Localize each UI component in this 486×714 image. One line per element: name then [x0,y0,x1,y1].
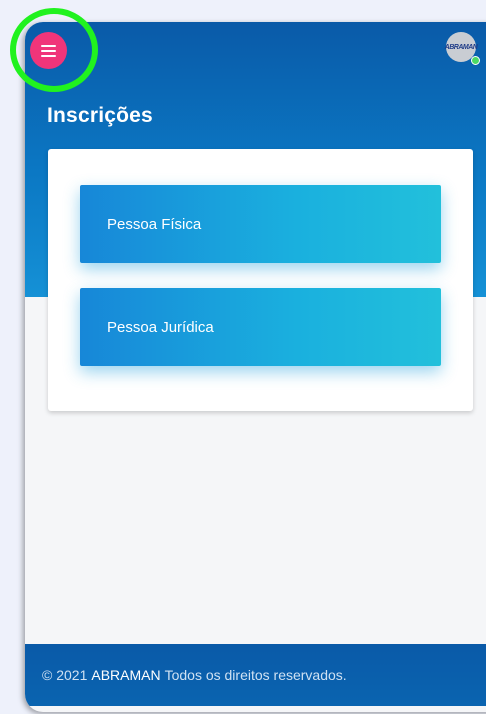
footer-brand: ABRAMAN [91,667,161,683]
registration-card: Pessoa Física Pessoa Jurídica [48,149,473,411]
avatar-logo: ABRAMAN [444,43,478,51]
highlight-ring [10,8,98,92]
footer: © 2021 ABRAMAN Todos os direitos reserva… [25,644,486,706]
footer-copyright: © 2021 [42,667,88,683]
pessoa-juridica-button[interactable]: Pessoa Jurídica [80,288,441,366]
pessoa-fisica-label: Pessoa Física [107,215,202,233]
page-title: Inscrições [47,104,153,127]
online-status-icon [471,56,480,65]
pessoa-juridica-label: Pessoa Jurídica [107,318,214,336]
app-frame: Inscrições ABRAMAN Pessoa Física Pessoa … [25,22,486,712]
pessoa-fisica-button[interactable]: Pessoa Física [80,185,441,263]
footer-rights: Todos os direitos reservados. [164,667,347,683]
